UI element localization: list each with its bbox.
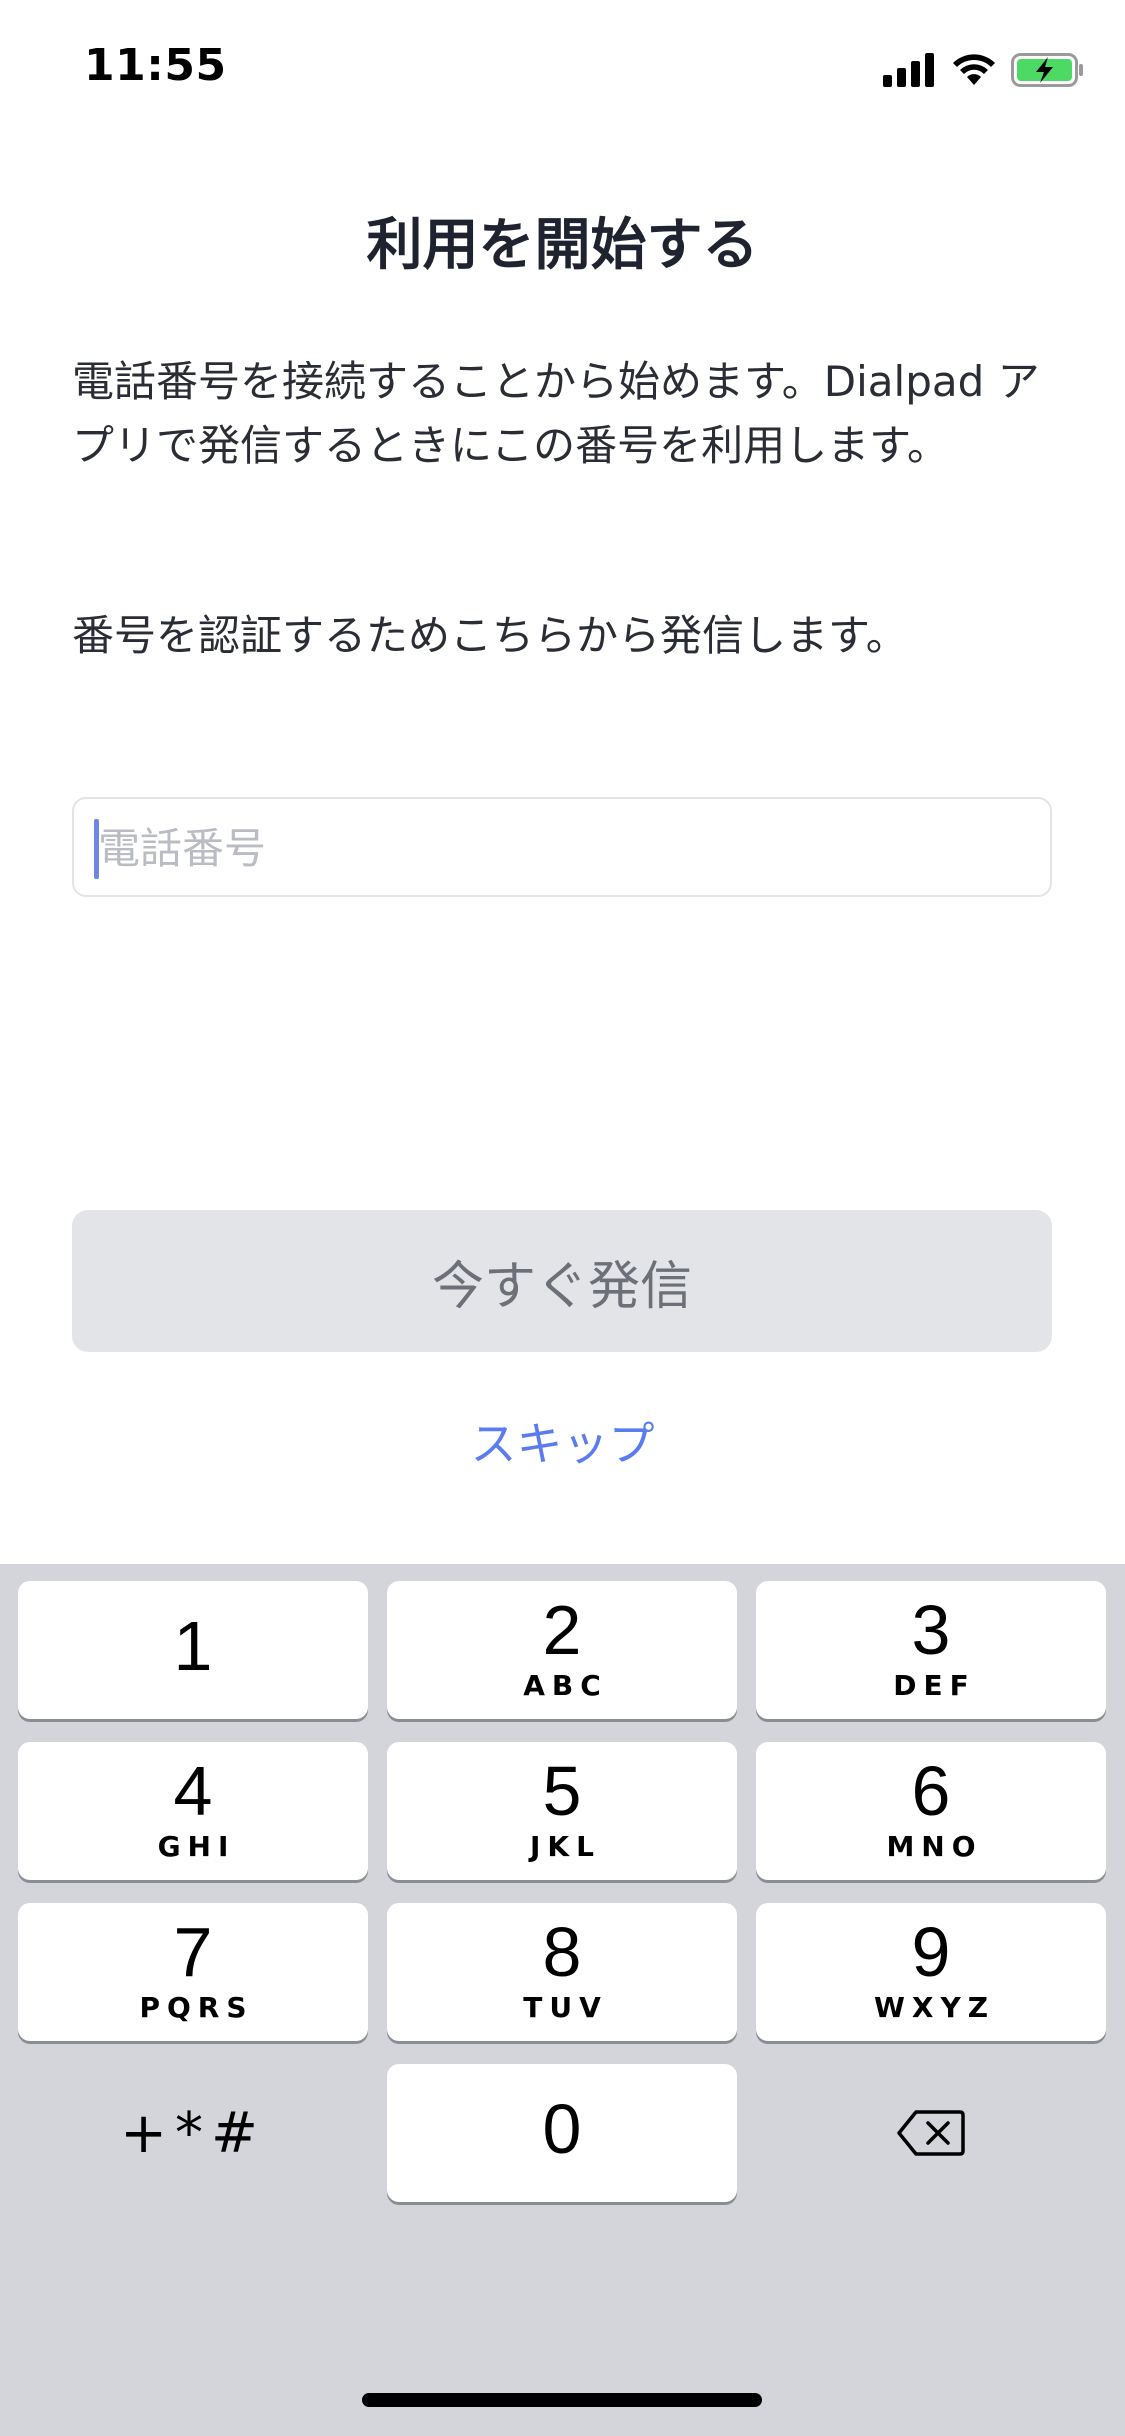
key-3[interactable]: 3 DEF [756,1581,1106,1719]
intro-text: 電話番号を接続することから始めます。Dialpad アプリで発信するときにこの番… [72,357,1040,470]
skip-link[interactable]: スキップ [0,1408,1125,1474]
backspace-icon [897,2110,965,2156]
key-digit: 6 [911,1752,951,1830]
key-digit: 3 [911,1591,951,1669]
key-letters: JKL [530,1830,601,1863]
status-icons [883,48,1085,92]
key-9[interactable]: 9 WXYZ [756,1903,1106,2041]
key-digit: 7 [173,1913,213,1991]
key-6[interactable]: 6 MNO [756,1742,1106,1880]
status-time: 11:55 [84,40,227,91]
wifi-icon [953,54,995,85]
key-1[interactable]: 1 [18,1581,368,1719]
key-2[interactable]: 2 ABC [387,1581,737,1719]
key-8[interactable]: 8 TUV [387,1903,737,2041]
key-7[interactable]: 7 PQRS [18,1903,368,2041]
key-digit: 5 [542,1752,582,1830]
key-letters: ABC [523,1669,608,1702]
numeric-keypad: 1 2 ABC 3 DEF 4 GHI 5 JKL 6 MNO 7 PQRS 8… [0,1564,1125,2436]
key-letters: GHI [157,1830,236,1863]
page-title: 利用を開始する [366,213,759,278]
phone-number-input[interactable] [96,799,1030,897]
key-digit: 4 [173,1752,213,1830]
key-digit: 8 [542,1913,582,1991]
key-letters: TUV [523,1991,608,2024]
delete-key[interactable] [756,2064,1106,2202]
key-letters: PQRS [139,1991,254,2024]
key-digit: 2 [542,1591,582,1669]
symbols-key[interactable]: +*# [18,2064,368,2202]
key-letters: MNO [886,1830,983,1863]
home-indicator[interactable] [362,2393,762,2407]
key-digit: 1 [173,1607,213,1685]
key-5[interactable]: 5 JKL [387,1742,737,1880]
verify-text: 番号を認証するためこちらから発信します。 [72,611,908,660]
status-bar: 11:55 [0,0,1125,132]
phone-number-field[interactable] [72,797,1052,897]
key-letters: DEF [893,1669,976,1702]
call-now-button[interactable]: 今すぐ発信 [72,1210,1052,1352]
key-letters: WXYZ [873,1991,996,2024]
battery-charging-icon [1011,53,1083,87]
key-digit: 9 [911,1913,951,1991]
cellular-signal-icon [883,53,934,87]
key-digit: 0 [542,2090,582,2168]
key-0[interactable]: 0 [387,2064,737,2202]
key-4[interactable]: 4 GHI [18,1742,368,1880]
